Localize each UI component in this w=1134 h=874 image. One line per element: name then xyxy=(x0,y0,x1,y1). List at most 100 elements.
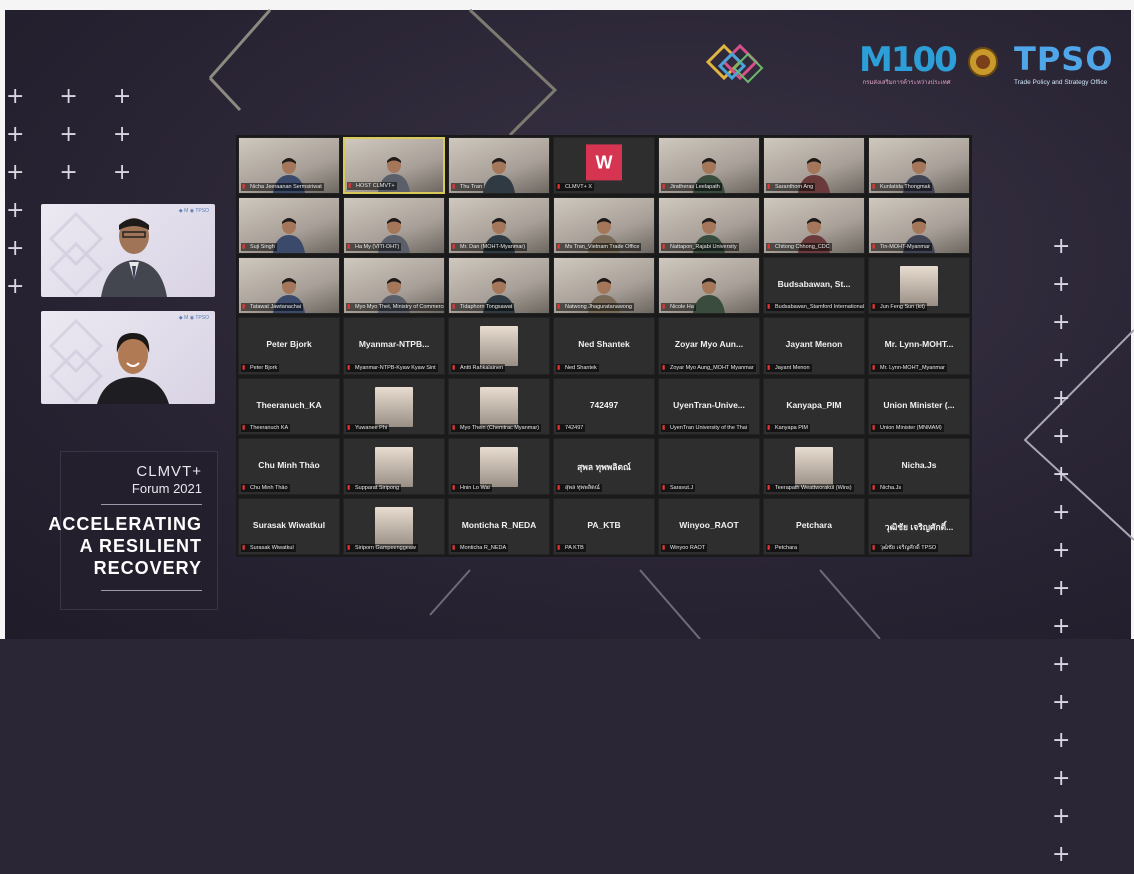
muted-mic-icon: ▮ xyxy=(767,484,771,491)
participant-tile[interactable]: ▮ Jiratheras Leelapath xyxy=(658,137,760,195)
participant-tile[interactable]: ▮ Tatawat Jawtanachai xyxy=(238,257,340,315)
muted-mic-icon: ▮ xyxy=(767,184,771,191)
participant-tile[interactable]: PA_KTB ▮ PA KTB xyxy=(553,497,655,555)
participant-tile[interactable]: Theeranuch_KA ▮ Theeranuch KA xyxy=(238,377,340,435)
participant-tile[interactable]: ▮ Myo Thein (Chemtrac Myanmar) xyxy=(448,377,550,435)
sponsor-logos: M100 กรมส่งเสริมการค้าระหว่างประเทศ TPSO… xyxy=(704,36,1124,96)
participant-tile[interactable]: Winyoo_RAOT ▮ Winyoo RAOT xyxy=(658,497,760,555)
participant-name-text: Saranthorn Ang xyxy=(775,184,814,191)
participant-tile[interactable]: ▮ Nattapon_Rajabi University xyxy=(658,197,760,255)
participant-tile[interactable]: ▮ Antti Rahkalainen xyxy=(448,317,550,375)
participant-name-label: ▮ Siriporn Gampeenggeaw xyxy=(346,543,418,552)
participant-tile[interactable]: Ned Shantek ▮ Ned Shantek xyxy=(553,317,655,375)
participant-tile[interactable]: Kanyapa_PIM ▮ Kanyapa PIM xyxy=(763,377,865,435)
participant-tile[interactable]: Budsabawan, St... ▮ Budsabawan_Stamford In… xyxy=(763,257,865,315)
participant-tile[interactable]: Mr. Lynn-MOHT... ▮ Mr. Lynn-MOHT_Myanmar xyxy=(868,317,970,375)
muted-mic-icon: ▮ xyxy=(347,424,351,431)
participant-name-text: Winyoo RAOT xyxy=(670,544,706,551)
participant-tile[interactable]: Surasak Wiwatkul ▮ Surasak Wiwatkul xyxy=(238,497,340,555)
participant-tile[interactable]: ▮ Kunlatida Thongmak xyxy=(868,137,970,195)
participant-name-label: ▮ Saranthorn Ang xyxy=(766,183,816,192)
forum-title: CLMVT+ xyxy=(136,463,202,480)
participant-tile[interactable]: ▮ Nicha Jeeraanan Sermsiriwat xyxy=(238,137,340,195)
participant-name-text: Hnin Lo Wai xyxy=(460,484,490,491)
tpso-logo-text: TPSO xyxy=(1014,40,1114,78)
participant-tile[interactable]: Union Minister (... ▮ Union Minister (MNMA… xyxy=(868,377,970,435)
participant-tile[interactable]: Chu Minh Thảo ▮ Chu Minh Thảo xyxy=(238,437,340,495)
participant-tile[interactable]: ▮ Hnin Lo Wai xyxy=(448,437,550,495)
participant-name-label: ▮ CLMVT+ X xyxy=(556,183,595,192)
participant-tile[interactable]: ▮ Mr. Dan (MOHT-Myanmar) xyxy=(448,197,550,255)
participant-tile[interactable]: Monticha R_NEDA ▮ Monticha R_NEDA xyxy=(448,497,550,555)
participant-tile[interactable]: ▮ Teerapath Weattworakul (Wins) xyxy=(763,437,865,495)
muted-mic-icon: ▮ xyxy=(767,244,771,251)
participant-name-text: Ned Shantek xyxy=(565,364,597,371)
speaker-video-2[interactable]: ◆ M ◉ TPSO xyxy=(41,311,215,404)
participant-tile[interactable]: Jayant Menon ▮ Jayant Menon xyxy=(763,317,865,375)
participant-tile[interactable]: ▮ Ha My (VITI-DHT) xyxy=(343,197,445,255)
muted-mic-icon: ▮ xyxy=(242,304,246,311)
muted-mic-icon: ▮ xyxy=(242,424,246,431)
participant-name-text: Surasak Wiwatkul xyxy=(250,544,294,551)
muted-mic-icon: ▮ xyxy=(872,244,876,251)
participant-tile[interactable]: ▮ Myo Myo Thet, Ministry of Commerce xyxy=(343,257,445,315)
participant-profile-photo xyxy=(480,446,518,487)
muted-mic-icon: ▮ xyxy=(872,484,876,491)
participant-tile[interactable]: ▮ Thu Tran xyxy=(448,137,550,195)
participant-name-label: ▮ Myanmar-NTPB-Kyaw Kyaw Sint xyxy=(346,363,438,372)
participant-tile[interactable]: สุพล ทุพพลิตณ์ ▮ สุพล ทุพพลิตณ์ xyxy=(553,437,655,495)
webinar-stage: + + + + + + + + + + + + + + + + + + + + + + + + +… xyxy=(0,0,1134,867)
participant-tile[interactable]: ▮ Ms Tran_Vietnam Trade Office xyxy=(553,197,655,255)
participant-tile[interactable]: ▮ Chitong Chhong_CDC xyxy=(763,197,865,255)
participant-display-name: 742497 xyxy=(589,399,619,410)
participant-name-text: Mr. Lynn-MOHT_Myanmar xyxy=(880,364,945,371)
participant-tile[interactable]: ▮ Saranthorn Ang xyxy=(763,137,865,195)
muted-mic-icon: ▮ xyxy=(452,184,456,191)
participant-name-label: ▮ Myo Myo Thet, Ministry of Commerce xyxy=(346,303,444,312)
participant-tile[interactable]: ▮ Saravut.J xyxy=(658,437,760,495)
muted-mic-icon: ▮ xyxy=(872,424,876,431)
participant-tile[interactable]: ▮ Natwong Jhaguratanawong xyxy=(553,257,655,315)
participant-display-name: สุพล ทุพพลิตณ์ xyxy=(577,461,631,472)
participant-display-name: Peter Bjork xyxy=(266,339,312,350)
participant-name-label: ▮ Chitong Chhong_CDC xyxy=(766,243,832,252)
participant-tile[interactable]: ▮ HOST CLMVT+ xyxy=(343,137,445,195)
participant-tile[interactable]: Nicha.Js ▮ Nicha.Js xyxy=(868,437,970,495)
participant-tile[interactable]: Petchara ▮ Petchara xyxy=(763,497,865,555)
participant-tile[interactable]: ▮ Jun Feng Sun (kit) xyxy=(868,257,970,315)
participant-display-name: Mr. Lynn-MOHT... xyxy=(884,339,954,350)
participant-tile[interactable]: 742497 ▮ 742497 xyxy=(553,377,655,435)
participant-tile[interactable]: ▮ Tidaphorn Tongsawat xyxy=(448,257,550,315)
participant-tile[interactable]: ▮ Tin-MOHT-Myanmar xyxy=(868,197,970,255)
participant-tile[interactable]: ▮ Siriporn Gampeenggeaw xyxy=(343,497,445,555)
participant-tile[interactable]: ▮ Supparat Siripong xyxy=(343,437,445,495)
participant-name-label: ▮ Tin-MOHT-Myanmar xyxy=(871,243,932,252)
participant-video-person xyxy=(483,158,515,194)
participant-name-label: ▮ สุพล ทุพพลิตณ์ xyxy=(556,483,602,492)
participant-name-label: ▮ UyenTran University of the Thai xyxy=(661,423,750,432)
participant-name-text: Kanyapa PIM xyxy=(775,424,809,431)
participant-tile[interactable]: Myanmar-NTPB... ▮ Myanmar-NTPB-Kyaw Kyaw S… xyxy=(343,317,445,375)
muted-mic-icon: ▮ xyxy=(347,244,351,251)
participant-name-label: ▮ 742497 xyxy=(556,423,586,432)
speaker-video-1[interactable]: ◆ M ◉ TPSO xyxy=(41,204,215,297)
participant-tile[interactable]: UyenTran-Unive... ▮ UyenTran University of… xyxy=(658,377,760,435)
participant-name-label: ▮ Nicha Jeeraanan Sermsiriwat xyxy=(241,183,324,192)
participant-name-text: Saravut.J xyxy=(670,484,694,491)
participant-name-label: ▮ HOST CLMVT+ xyxy=(347,182,397,191)
participant-tile[interactable]: Peter Bjork ▮ Peter Bjork xyxy=(238,317,340,375)
participant-display-name: Kanyapa_PIM xyxy=(786,399,842,410)
participant-tile[interactable]: W ▮ CLMVT+ X xyxy=(553,137,655,195)
participant-display-name: Surasak Wiwatkul xyxy=(252,519,326,530)
participant-profile-photo xyxy=(480,386,518,427)
muted-mic-icon: ▮ xyxy=(242,244,246,251)
participant-name-text: Mr. Dan (MOHT-Myanmar) xyxy=(460,244,526,251)
participant-tile[interactable]: ▮ Suji Singh xyxy=(238,197,340,255)
participant-tile[interactable]: Zoyar Myo Aun... ▮ Zoyar Myo Aung_MOHT Mya… xyxy=(658,317,760,375)
participant-name-text: Peter Bjork xyxy=(250,364,278,371)
participant-tile[interactable]: ▮ Nicole Ha xyxy=(658,257,760,315)
participant-name-label: ▮ Hnin Lo Wai xyxy=(451,483,492,492)
participant-tile[interactable]: ▮ Yuwanee Phi xyxy=(343,377,445,435)
participant-name-label: ▮ Nicha.Js xyxy=(871,483,904,492)
participant-tile[interactable]: วุฒิชัย เจริญศักดิ์... ▮ วุฒิชัย เจริญศักด… xyxy=(868,497,970,555)
